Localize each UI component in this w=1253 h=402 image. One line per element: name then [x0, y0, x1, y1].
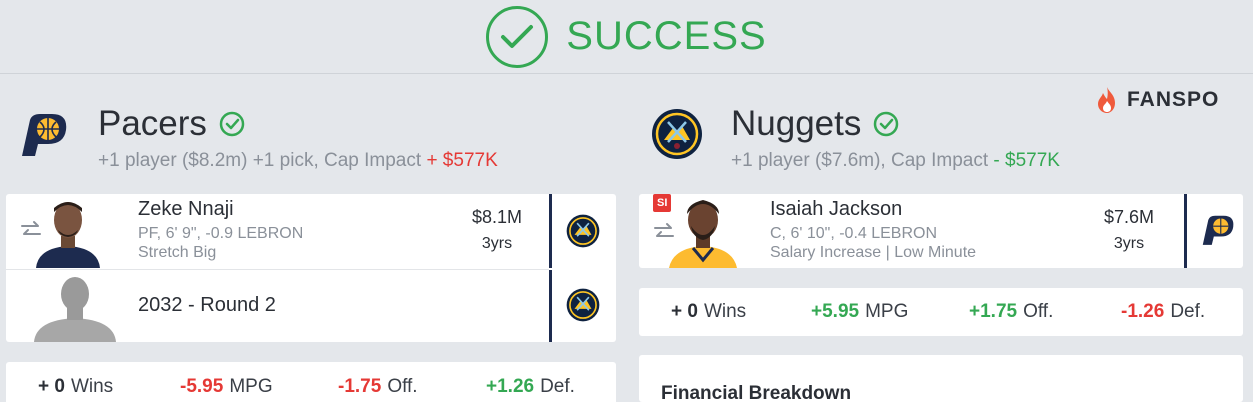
player-headshot: [663, 196, 743, 273]
stat-label: Def.: [540, 376, 575, 397]
cap-impact-value: - $577K: [993, 150, 1060, 171]
success-title: SUCCESS: [566, 14, 767, 58]
summary-text: +1 player ($7.6m), Cap Impact: [731, 150, 989, 171]
trade-summary-pacers: +1 player ($8.2m) +1 pick, Cap Impact + …: [98, 150, 498, 172]
team-header-nuggets: Nuggets +1 player ($7.6m), Cap Impact - …: [651, 104, 1211, 184]
stat-value: +1.26: [486, 376, 535, 397]
stat-label: Off.: [387, 376, 418, 397]
stat-mpg: -5.95 MPG: [180, 376, 273, 398]
draft-pick-name[interactable]: 2032 - Round 2: [138, 294, 276, 317]
team-header-pacers: Pacers +1 player ($8.2m) +1 pick, Cap Im…: [18, 104, 618, 184]
player-name[interactable]: Isaiah Jackson: [770, 198, 902, 221]
player-name[interactable]: Zeke Nnaji: [138, 198, 234, 221]
stat-label: Wins: [703, 301, 747, 322]
contract-years: 3yrs: [481, 235, 513, 252]
stat-label: MPG: [865, 301, 909, 322]
player-role: Salary Increase | Low Minute: [770, 244, 977, 261]
asset-row-player[interactable]: Zeke Nnaji PF, 6' 9", -0.9 LEBRON Stretc…: [6, 194, 616, 268]
team-name-pacers: Pacers: [98, 104, 245, 144]
financial-breakdown-title: Financial Breakdown: [661, 383, 852, 402]
stat-value: +5.95: [811, 301, 860, 322]
stat-wins: + 0 Wins: [38, 376, 113, 398]
financial-breakdown-card[interactable]: Financial Breakdown: [639, 355, 1243, 402]
summary-text: +1 player ($8.2m) +1 pick, Cap Impact: [98, 150, 422, 171]
asset-row-pick[interactable]: 2032 - Round 2: [6, 270, 616, 342]
nuggets-impact-stats: + 0 Wins +5.95 MPG +1.75 Off. -1.26 Def.: [639, 288, 1243, 336]
pacers-logo-icon: [18, 112, 70, 165]
trade-summary-nuggets: +1 player ($7.6m), Cap Impact - $577K: [731, 150, 1060, 172]
nuggets-logo-icon: [651, 108, 703, 165]
player-salary: $7.6M: [1103, 207, 1155, 227]
team-name-nuggets: Nuggets: [731, 104, 899, 144]
stat-label: Def.: [1170, 301, 1206, 322]
stat-defense: -1.26 Def.: [1121, 301, 1205, 323]
nuggets-logo-icon: [566, 288, 600, 327]
player-role: Stretch Big: [138, 244, 217, 261]
verified-check-icon: [873, 111, 899, 137]
stat-label: Wins: [70, 376, 114, 397]
success-check-icon: [486, 5, 549, 68]
stat-value: +1.75: [969, 301, 1018, 322]
verified-check-icon: [219, 111, 245, 137]
asset-row-player[interactable]: SI Isaiah Jackson C, 6' 10", -0.4 LEBRON…: [639, 194, 1243, 268]
nuggets-logo-icon: [566, 214, 600, 253]
team-name-text: Nuggets: [731, 104, 862, 143]
stat-mpg: +5.95 MPG: [811, 301, 908, 323]
stat-offense: +1.75 Off.: [969, 301, 1053, 323]
success-banner: SUCCESS: [0, 0, 1253, 74]
contract-years: 3yrs: [1113, 235, 1145, 252]
stat-label: MPG: [229, 376, 273, 397]
player-details: PF, 6' 9", -0.9 LEBRON: [138, 225, 304, 242]
stat-value: -1.26: [1121, 301, 1165, 322]
stat-offense: -1.75 Off.: [338, 376, 418, 398]
stat-value: + 0: [671, 301, 698, 322]
pacers-impact-stats: + 0 Wins -5.95 MPG -1.75 Off. +1.26 Def.: [6, 362, 616, 402]
team-name-text: Pacers: [98, 104, 207, 143]
destination-divider: [1184, 194, 1187, 268]
nuggets-incoming-assets: SI Isaiah Jackson C, 6' 10", -0.4 LEBRON…: [639, 194, 1243, 268]
pacers-incoming-assets: Zeke Nnaji PF, 6' 9", -0.9 LEBRON Stretc…: [6, 194, 616, 342]
stat-value: -5.95: [180, 376, 224, 397]
player-salary: $8.1M: [471, 207, 523, 227]
stat-defense: +1.26 Def.: [486, 376, 575, 398]
destination-divider: [549, 270, 552, 342]
placeholder-avatar-icon: [28, 276, 122, 347]
pacers-logo-icon: [1200, 214, 1236, 253]
destination-divider: [549, 194, 552, 268]
stat-label: Off.: [1023, 301, 1054, 322]
stat-value: -1.75: [338, 376, 382, 397]
cap-impact-value: + $577K: [426, 150, 498, 171]
stat-wins: + 0 Wins: [671, 301, 746, 323]
player-headshot: [28, 196, 108, 273]
stat-value: + 0: [38, 376, 65, 397]
player-details: C, 6' 10", -0.4 LEBRON: [770, 225, 938, 242]
